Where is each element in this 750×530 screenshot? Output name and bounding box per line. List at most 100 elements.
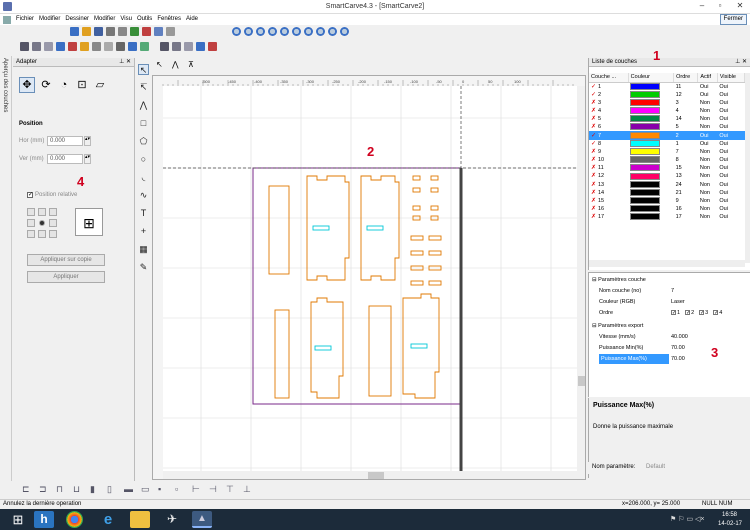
align-tool-1-icon[interactable]: ⊐	[39, 484, 47, 495]
cyan-shapes[interactable]	[312, 225, 428, 351]
layer-color-swatch[interactable]	[630, 213, 661, 221]
rotate-icon[interactable]: ⟳	[38, 77, 54, 93]
prop-pmax-value[interactable]: 70.00	[671, 354, 685, 364]
arrange-tool-13-icon[interactable]	[184, 42, 193, 51]
menu-item-0[interactable]: Fichier	[16, 14, 34, 25]
order-box-1[interactable]: ✓2	[685, 308, 694, 318]
arrange-tool-12-icon[interactable]	[172, 42, 181, 51]
prop-speed-value[interactable]: 40.000	[671, 332, 688, 342]
arrange-tool-2-icon[interactable]	[44, 42, 53, 51]
arc-icon[interactable]: ◟	[138, 172, 149, 183]
size-icon[interactable]: ⊡	[74, 77, 90, 93]
layer-col-header-1[interactable]: Couleur	[628, 73, 675, 83]
layer-pin-close-icon[interactable]: ⊥ ✕	[735, 58, 747, 67]
file-explorer-icon[interactable]	[130, 511, 150, 528]
shape-tabs-group[interactable]	[410, 175, 442, 286]
menu-item-4[interactable]: Visu	[120, 14, 132, 25]
prop-name-value[interactable]: 7	[671, 286, 674, 296]
layer-active[interactable]: Non	[700, 149, 710, 155]
layer-table[interactable]: Couche ... Couleur Ordre Actif Visible ✓ 1 11 O…	[589, 73, 746, 222]
arrange-tool-11-icon[interactable]	[160, 42, 169, 51]
anchor-cell-2-2[interactable]	[49, 230, 57, 238]
prop-color-row[interactable]: Couleur (RGB) Laser	[589, 297, 745, 307]
layer-color-swatch[interactable]	[630, 98, 661, 106]
fermer-button[interactable]: Fermer	[719, 14, 747, 25]
arrange-tool-6-icon[interactable]	[92, 42, 101, 51]
layer-visible[interactable]: Oui	[719, 182, 728, 188]
pointer-icon[interactable]: ↖	[156, 60, 163, 69]
layer-active[interactable]: Oui	[700, 141, 709, 147]
collapse-export-icon[interactable]: ⊟	[592, 323, 597, 329]
menu-item-3[interactable]: Modifier	[94, 14, 115, 25]
arrange-tool-14-icon[interactable]	[196, 42, 205, 51]
layer-row[interactable]: ✓ 2 12 Oui Oui	[589, 90, 745, 99]
ie-icon[interactable]: e	[98, 511, 118, 528]
layer-active[interactable]: Non	[700, 198, 710, 204]
layer-row[interactable]: ✗ 4 4 Non Oui	[589, 107, 745, 115]
anchor-cell-1-0[interactable]	[27, 219, 35, 227]
layer-row[interactable]: ✗ 11 15 Non Oui	[589, 164, 745, 172]
layer-active[interactable]: Non	[700, 157, 710, 163]
pin-close-icon[interactable]: ⊥ ✕	[119, 58, 131, 67]
layer-row[interactable]: ✓ 8 1 Oui Oui	[589, 139, 745, 148]
paste-icon[interactable]	[130, 27, 139, 36]
layer-active[interactable]: Oui	[700, 133, 709, 139]
design-shapes[interactable]	[268, 175, 442, 399]
layer-visible[interactable]: Oui	[719, 198, 728, 204]
layer-active[interactable]: Non	[700, 182, 710, 188]
align-tool-4-icon[interactable]: ▮	[90, 484, 95, 495]
bezier-icon[interactable]: ∿	[138, 190, 149, 201]
vertical-scroll-thumb[interactable]	[578, 376, 586, 386]
drawing-canvas[interactable]: -500 -450 -400 -350 -300 -250 -200 -150 -100 -50 0…	[152, 75, 586, 480]
tray-icons[interactable]: ⚑ ⚐ ▭ ◁×	[670, 515, 704, 523]
layer-row[interactable]: ✗ 15 9 Non Oui	[589, 197, 745, 205]
edit-page-icon[interactable]: ✎	[138, 262, 149, 273]
layer-hscrollbar[interactable]	[589, 260, 745, 267]
layer-active[interactable]: Non	[700, 108, 710, 114]
align-tool-6-icon[interactable]: ▬	[124, 484, 133, 494]
relative-checkbox[interactable]: ✓	[27, 192, 33, 198]
shape-panel-3[interactable]	[310, 297, 344, 399]
zoom-4-icon[interactable]	[304, 27, 313, 36]
layer-active[interactable]: Non	[700, 190, 710, 196]
layer-params-header[interactable]: ⊟ Paramètres couche	[589, 275, 745, 285]
layer-row[interactable]: ✗ 13 24 Non Oui	[589, 180, 745, 189]
prop-order-row[interactable]: Ordre ✓1 ✓2 ✓3 ✓4	[589, 308, 745, 318]
layer-visible[interactable]: Oui	[719, 116, 728, 122]
undo-icon[interactable]	[142, 27, 151, 36]
zoom-1-icon[interactable]	[268, 27, 277, 36]
shape-rect-3[interactable]	[368, 305, 392, 397]
arrange-tool-9-icon[interactable]	[128, 42, 137, 51]
layer-row[interactable]: ✗ 6 5 Non Oui	[589, 123, 745, 131]
layer-visible[interactable]: Oui	[719, 84, 728, 90]
collapse-icon[interactable]: ⊟	[592, 277, 597, 283]
zoom-all-icon[interactable]	[256, 27, 265, 36]
layer-visible[interactable]: Oui	[719, 92, 728, 98]
smartcarve-task-icon[interactable]: ▲	[192, 511, 212, 528]
skew-icon[interactable]: ▱	[92, 77, 108, 93]
y-input[interactable]: 0.000	[47, 154, 83, 164]
anchor-cell-0-1[interactable]	[38, 208, 46, 216]
layer-active[interactable]: Non	[700, 206, 710, 212]
anchor-cell-0-2[interactable]	[49, 208, 57, 216]
arrange-tool-5-icon[interactable]	[80, 42, 89, 51]
minimize-button[interactable]: –	[694, 0, 710, 12]
order-checkbox-icon[interactable]: ✓	[685, 310, 690, 316]
layer-row[interactable]: ✗ 12 13 Non Oui	[589, 172, 745, 180]
layer-row[interactable]: ✗ 5 14 Non Oui	[589, 115, 745, 123]
layer-visible[interactable]: Oui	[719, 157, 728, 163]
layer-visible[interactable]: Oui	[719, 133, 728, 139]
arrange-tool-8-icon[interactable]	[116, 42, 125, 51]
layer-row[interactable]: ✗ 9 7 Non Oui	[589, 147, 745, 156]
horizontal-scroll-thumb[interactable]	[368, 472, 384, 480]
layer-color-swatch[interactable]	[630, 205, 661, 213]
copy-icon[interactable]	[118, 27, 127, 36]
move-icon[interactable]: ✥	[19, 77, 35, 93]
prop-pmin-value[interactable]: 70.00	[671, 343, 685, 353]
layer-active[interactable]: Non	[700, 100, 710, 106]
order-box-0[interactable]: ✓1	[671, 308, 680, 318]
layer-color-swatch[interactable]	[630, 139, 661, 147]
app-h-icon[interactable]: h	[34, 511, 54, 528]
layer-row[interactable]: ✓ 7 2 Oui Oui	[589, 131, 745, 140]
order-box-2[interactable]: ✓3	[699, 308, 708, 318]
